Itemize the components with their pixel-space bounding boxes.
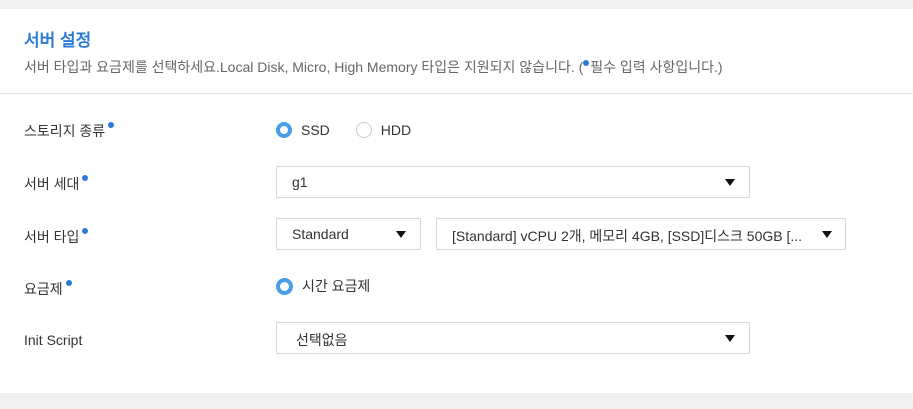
init-script-select[interactable]: 선택없음: [276, 322, 750, 354]
pricing-radio-hourly[interactable]: 시간 요금제: [276, 276, 370, 296]
server-generation-value: g1: [292, 174, 308, 190]
storage-type-label-text: 스토리지 종류: [24, 123, 106, 139]
section-description-prefix: 서버 타입과 요금제를 선택하세요.Local Disk, Micro, Hig…: [24, 59, 584, 75]
storage-radio-ssd-label: SSD: [301, 122, 330, 138]
pricing-radio-hourly-label: 시간 요금제: [302, 278, 371, 294]
pricing-plan-radio-group: 시간 요금제: [276, 275, 396, 297]
caret-down-icon: [822, 231, 832, 238]
pricing-plan-label: 요금제: [24, 279, 72, 299]
section-description: 서버 타입과 요금제를 선택하세요.Local Disk, Micro, Hig…: [24, 57, 723, 77]
server-type-label: 서버 타입: [24, 227, 89, 247]
caret-down-icon: [396, 231, 406, 238]
storage-radio-ssd[interactable]: SSD: [276, 122, 330, 138]
server-spec-value: [Standard] vCPU 2개, 메모리 4GB, [SSD]디스크 50…: [452, 228, 803, 244]
radio-checked-icon[interactable]: [276, 277, 293, 295]
server-generation-select[interactable]: g1: [276, 166, 750, 198]
init-script-label: Init Script: [24, 332, 83, 348]
required-dot-icon: [65, 280, 72, 286]
required-dot-icon: [108, 122, 115, 128]
required-dot-icon: [82, 228, 89, 234]
radio-checked-icon[interactable]: [276, 122, 292, 138]
storage-radio-hdd-label: HDD: [380, 122, 412, 138]
storage-type-radio-group: SSD HDD: [276, 119, 437, 141]
server-type-label-text: 서버 타입: [24, 229, 80, 245]
init-script-value: 선택없음: [296, 332, 348, 348]
pricing-plan-label-text: 요금제: [24, 281, 63, 297]
server-settings-panel: 서버 설정 서버 타입과 요금제를 선택하세요.Local Disk, Micr…: [0, 9, 913, 393]
caret-down-icon: [725, 179, 735, 186]
section-title: 서버 설정: [24, 31, 92, 50]
storage-type-label: 스토리지 종류: [24, 121, 115, 141]
server-generation-label: 서버 세대: [24, 174, 89, 194]
required-dot-icon: [583, 60, 590, 66]
caret-down-icon: [725, 335, 735, 342]
storage-radio-hdd[interactable]: HDD: [355, 122, 412, 138]
server-type-select[interactable]: Standard: [276, 218, 421, 250]
server-type-value: Standard: [292, 226, 349, 242]
radio-unchecked-icon[interactable]: [355, 122, 372, 138]
section-header: 서버 설정 서버 타입과 요금제를 선택하세요.Local Disk, Micr…: [0, 9, 913, 94]
section-description-suffix: 필수 입력 사항입니다.): [590, 59, 723, 75]
required-dot-icon: [82, 175, 89, 181]
server-spec-select[interactable]: [Standard] vCPU 2개, 메모리 4GB, [SSD]디스크 50…: [436, 218, 846, 250]
server-generation-label-text: 서버 세대: [24, 176, 80, 192]
